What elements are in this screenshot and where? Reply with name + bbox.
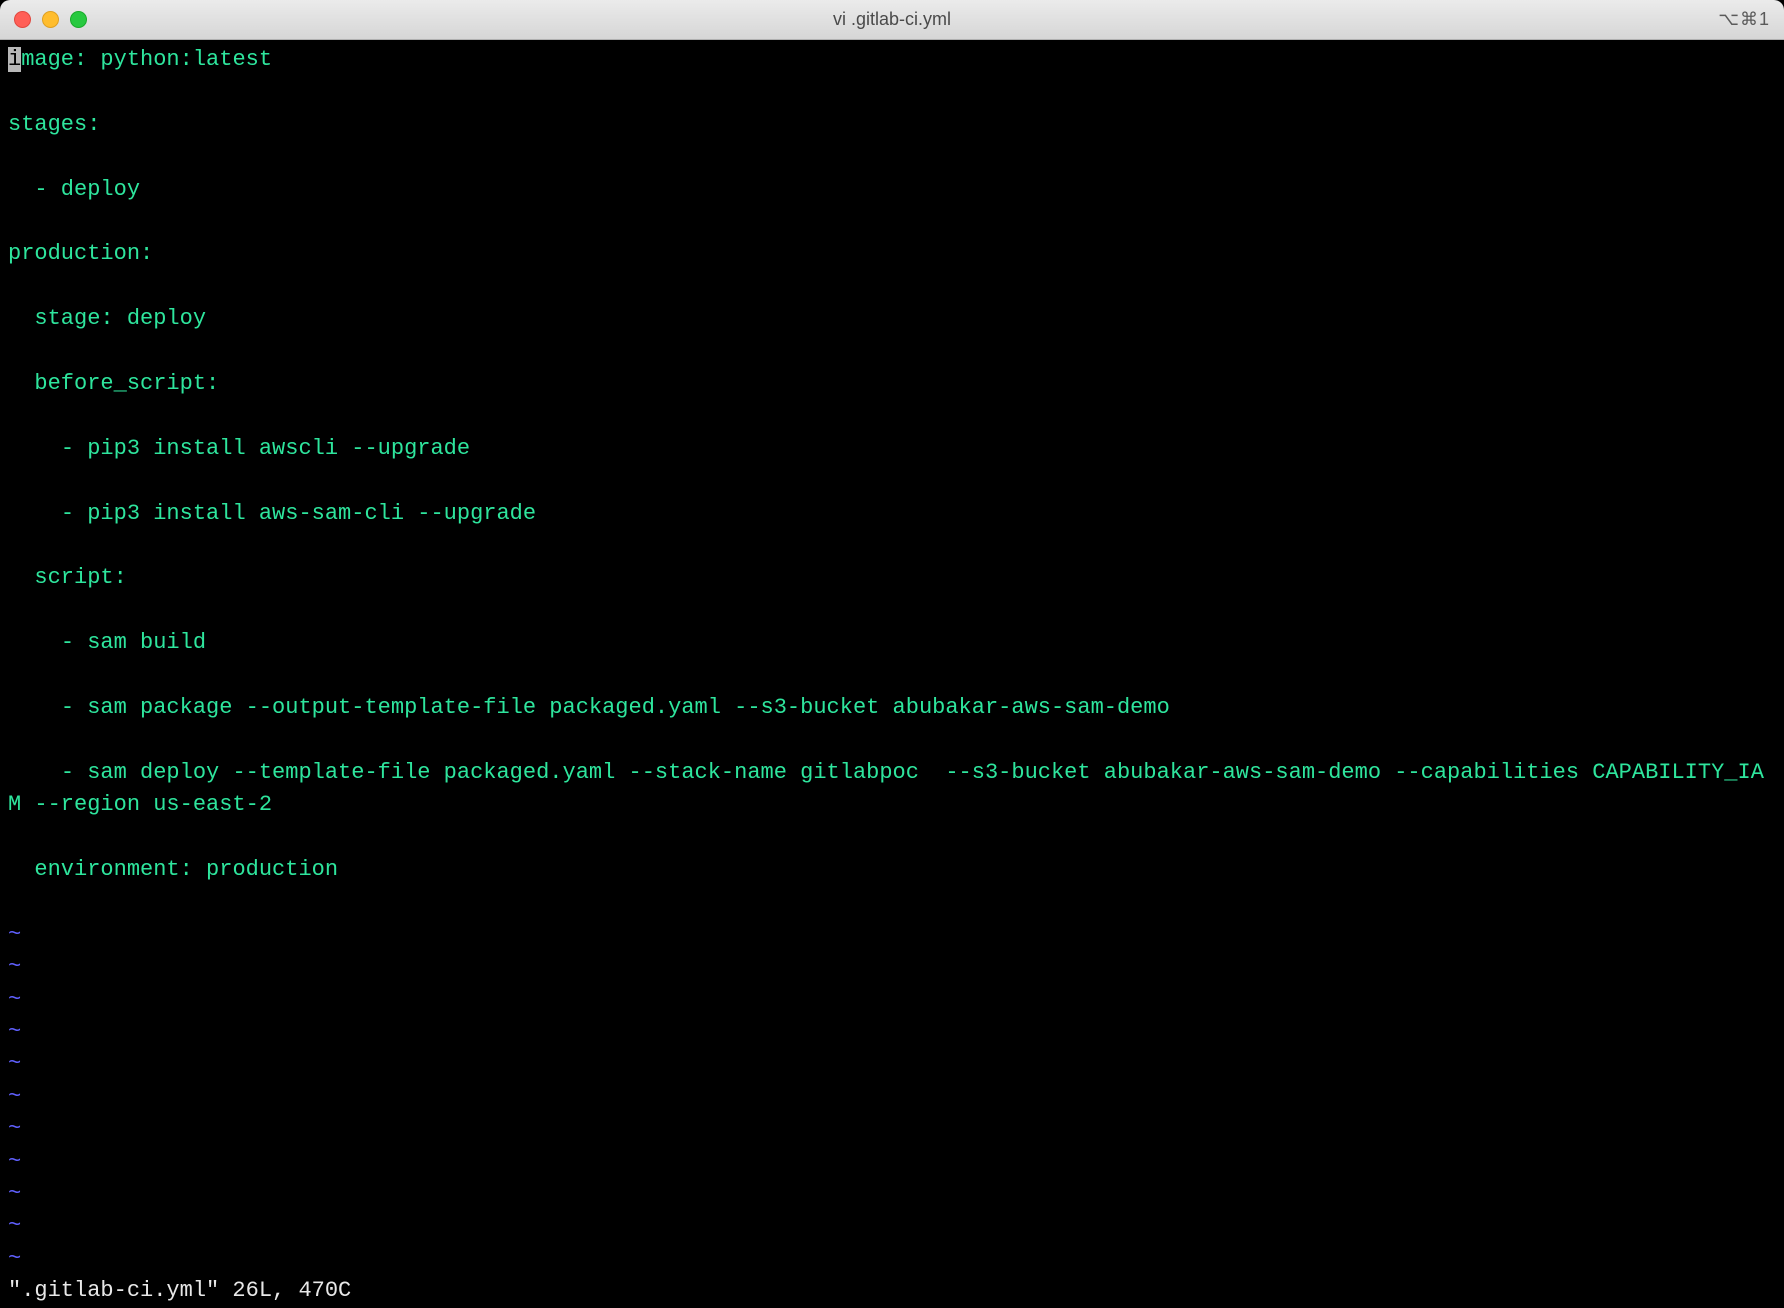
maximize-button[interactable] [70, 11, 87, 28]
close-button[interactable] [14, 11, 31, 28]
editor-line: - sam deploy --template-file packaged.ya… [8, 757, 1776, 822]
editor-line [8, 271, 1776, 303]
editor-line: stage: deploy [8, 303, 1776, 335]
editor-line [8, 76, 1776, 108]
editor-line [8, 141, 1776, 173]
editor-line [8, 400, 1776, 432]
tilde-marker: ~ [8, 951, 1776, 983]
traffic-lights [14, 11, 87, 28]
editor-buffer: image: python:latest stages: - deploy prod… [8, 44, 1776, 919]
text-cursor: i [8, 47, 21, 72]
tilde-marker: ~ [8, 984, 1776, 1016]
editor-line: - pip3 install aws-sam-cli --upgrade [8, 498, 1776, 530]
editor-line [8, 886, 1776, 918]
editor-line [8, 530, 1776, 562]
editor-line: environment: production [8, 854, 1776, 886]
tilde-marker: ~ [8, 1016, 1776, 1048]
editor-line: - sam build [8, 627, 1776, 659]
tilde-marker: ~ [8, 1081, 1776, 1113]
editor-line: image: python:latest [8, 44, 1776, 76]
editor-line: script: [8, 562, 1776, 594]
tilde-marker: ~ [8, 1146, 1776, 1178]
editor-line [8, 595, 1776, 627]
tilde-marker: ~ [8, 1048, 1776, 1080]
editor-line [8, 206, 1776, 238]
terminal-viewport[interactable]: image: python:latest stages: - deploy prod… [0, 40, 1784, 1302]
window-titlebar: vi .gitlab-ci.yml ⌥⌘1 [0, 0, 1784, 40]
editor-line: - pip3 install awscli --upgrade [8, 433, 1776, 465]
tilde-marker: ~ [8, 1113, 1776, 1145]
window-shortcut-indicator: ⌥⌘1 [1718, 9, 1770, 30]
minimize-button[interactable] [42, 11, 59, 28]
editor-line [8, 465, 1776, 497]
tilde-marker: ~ [8, 1178, 1776, 1210]
editor-line: - deploy [8, 174, 1776, 206]
window-title: vi .gitlab-ci.yml [833, 9, 951, 30]
tilde-marker: ~ [8, 919, 1776, 951]
editor-line [8, 724, 1776, 756]
editor-line [8, 822, 1776, 854]
editor-line: production: [8, 238, 1776, 270]
tilde-marker: ~ [8, 1243, 1776, 1275]
editor-line: - sam package --output-template-file pac… [8, 692, 1776, 724]
editor-line: before_script: [8, 368, 1776, 400]
tilde-marker: ~ [8, 1210, 1776, 1242]
empty-line-markers: ~~~~~~~~~~~ [8, 919, 1776, 1275]
editor-line [8, 660, 1776, 692]
editor-line [8, 336, 1776, 368]
vi-status-line: ".gitlab-ci.yml" 26L, 470C [8, 1275, 1776, 1307]
editor-line: stages: [8, 109, 1776, 141]
